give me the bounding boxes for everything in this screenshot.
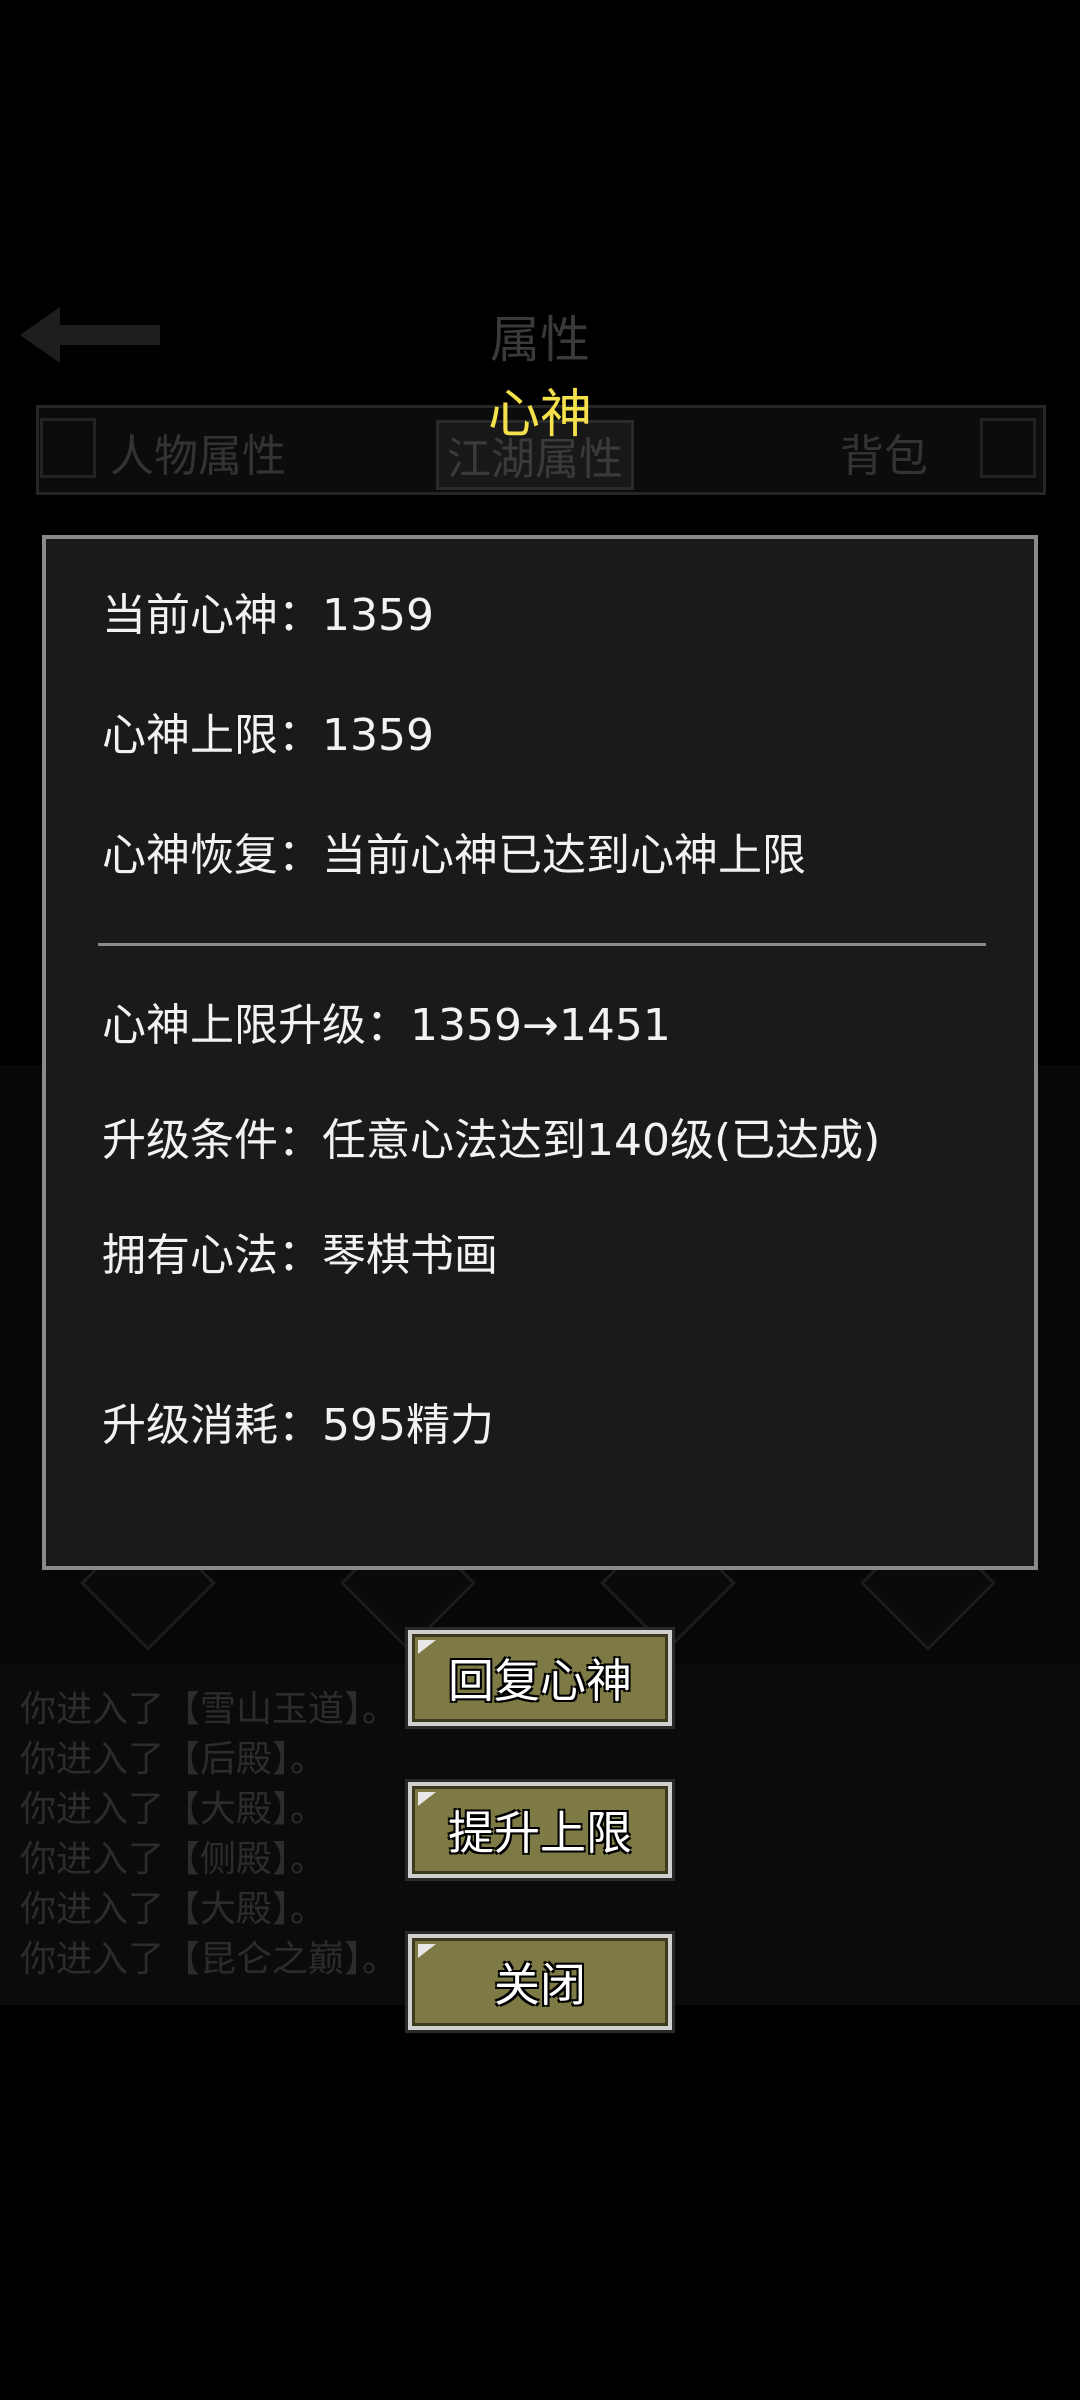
current-spirit-value: 1359	[322, 590, 434, 641]
close-button[interactable]: 关闭	[405, 1931, 675, 2033]
log-line: 你进入了【侧殿】。	[20, 1839, 327, 1880]
limit-upgrade-label: 心神上限升级：	[102, 1000, 410, 1051]
owned-skill-value: 琴棋书画	[322, 1230, 498, 1281]
log-line: 你进入了【后殿】。	[20, 1739, 327, 1780]
spirit-recover-value: 当前心神已达到心神上限	[322, 830, 806, 881]
upgrade-cost-row: 升级消耗：595精力	[102, 1389, 494, 1453]
upgrade-cost-label: 升级消耗：	[102, 1400, 322, 1451]
info-panel: 当前心神：1359 心神上限：1359 心神恢复：当前心神已达到心神上限 心神上…	[42, 535, 1038, 1570]
log-line: 你进入了【昆仑之巅】。	[20, 1939, 399, 1980]
spirit-limit-label: 心神上限：	[102, 710, 322, 761]
dialog-title: 心神	[487, 385, 592, 445]
upgrade-condition-label: 升级条件：	[102, 1115, 322, 1166]
upgrade-condition-row: 升级条件：任意心法达到140级(已达成)	[102, 1104, 880, 1168]
upgrade-cost-value: 595精力	[322, 1400, 494, 1451]
spirit-recover-row: 心神恢复：当前心神已达到心神上限	[102, 819, 806, 883]
current-spirit-label: 当前心神：	[102, 590, 322, 641]
owned-skill-row: 拥有心法：琴棋书画	[102, 1219, 498, 1283]
spirit-recover-label: 心神恢复：	[102, 830, 322, 881]
current-spirit-row: 当前心神：1359	[102, 579, 434, 643]
spirit-limit-value: 1359	[322, 710, 434, 761]
limit-upgrade-row: 心神上限升级：1359→1451	[102, 989, 671, 1053]
spirit-limit-row: 心神上限：1359	[102, 699, 434, 763]
limit-upgrade-value: 1359→1451	[410, 1000, 671, 1051]
upgrade-condition-value: 任意心法达到140级(已达成)	[322, 1115, 881, 1166]
recover-spirit-button[interactable]: 回复心神	[405, 1627, 675, 1729]
owned-skill-label: 拥有心法：	[102, 1230, 322, 1281]
log-line: 你进入了【大殿】。	[20, 1889, 327, 1930]
raise-limit-button[interactable]: 提升上限	[405, 1779, 675, 1881]
divider	[98, 943, 986, 946]
background-title: 属性	[490, 311, 590, 369]
log-line: 你进入了【大殿】。	[20, 1789, 327, 1830]
log-line: 你进入了【雪山玉道】。	[20, 1689, 399, 1730]
